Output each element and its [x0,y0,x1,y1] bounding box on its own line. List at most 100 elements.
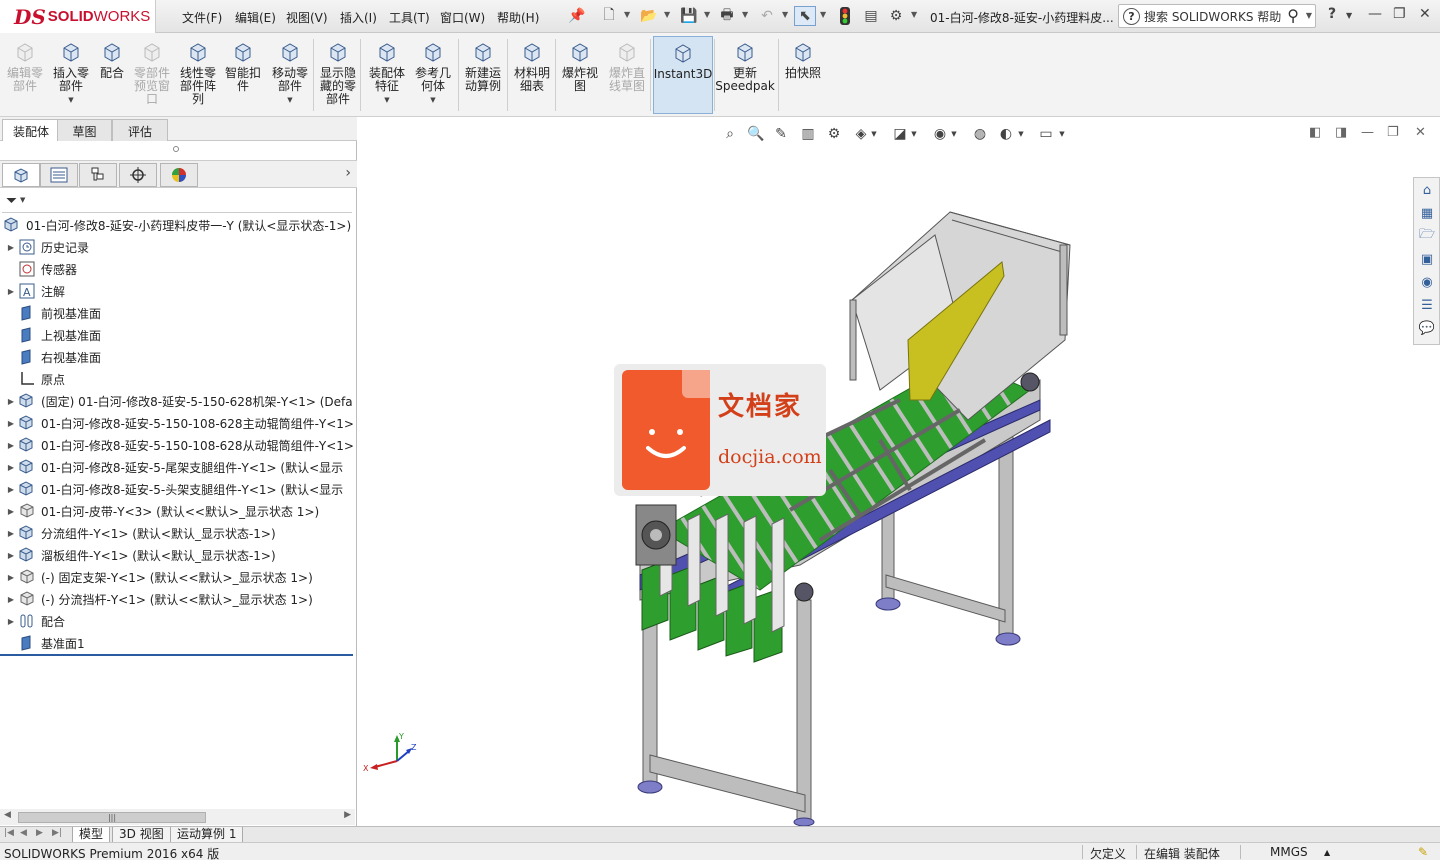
expand-arrow-icon[interactable]: ▶ [4,529,18,538]
chevron-down-icon[interactable]: ▼ [624,10,630,19]
chevron-down-icon[interactable]: ▼ [430,94,435,107]
show-hidden-button[interactable]: 显示隐 藏的零 部件 [316,36,360,114]
tree-item[interactable]: ▶ 01-白河-皮带-Y<3> (默认<<默认>_显示状态 1>) [0,500,355,522]
scrollbar-thumb[interactable]: ||| [18,812,206,823]
expand-arrow-icon[interactable]: ▶ [4,573,18,582]
undo-icon[interactable]: ↶ [756,6,778,26]
expand-arrow-icon[interactable]: ▶ [4,617,18,626]
last-tab-icon[interactable]: ▶| [52,828,62,838]
configuration-manager-tab[interactable] [79,163,117,187]
tab-assembly[interactable]: 装配体 [2,119,61,141]
tree-item[interactable]: 原点 [0,368,355,390]
expand-arrow-icon[interactable]: ▶ [4,507,18,516]
expand-arrow-icon[interactable]: ▶ [4,463,18,472]
tree-item[interactable]: ▶ 01-白河-修改8-延安-5-150-108-628从动辊筒组件-Y<1> [0,434,355,456]
menu-item-3[interactable]: 插入(I) [340,9,377,26]
menu-item-2[interactable]: 视图(V) [286,9,328,26]
tree-item[interactable]: 基准面1 [0,632,355,654]
scroll-right-icon[interactable]: ▶ [344,810,351,820]
edit-component-button[interactable]: 编辑零 部件 [3,36,47,114]
tree-item[interactable]: ▶ 配合 [0,610,355,632]
explode-line-button[interactable]: 爆炸直 线草图 [604,36,650,114]
new-document-icon[interactable]: 🗋 [598,6,620,26]
tree-item[interactable]: ▶ 历史记录 [0,236,355,258]
help-button[interactable]: ? [1328,6,1336,22]
property-manager-tab[interactable] [40,163,78,187]
search-icon[interactable]: ⚲ [1287,6,1299,25]
panel-splitter-grip[interactable] [173,146,179,152]
tree-item[interactable]: ▶ (-) 固定支架-Y<1> (默认<<默认>_显示状态 1>) [0,566,355,588]
options-gear-icon[interactable]: ⚙ [885,6,907,26]
open-folder-icon[interactable]: 📂 [638,6,660,26]
tree-item[interactable]: ▶ 01-白河-修改8-延安-5-150-108-628主动辊筒组件-Y<1> [0,412,355,434]
dimxpert-manager-tab[interactable] [119,163,157,187]
chevron-down-icon[interactable]: ▼ [68,94,73,107]
tree-item[interactable]: 传感器 [0,258,355,280]
chevron-down-icon[interactable]: ▼ [1306,11,1312,20]
menu-item-5[interactable]: 窗口(W) [440,9,485,26]
next-tab-icon[interactable]: ▶ [36,828,43,838]
save-icon[interactable]: 💾 [678,6,700,26]
tree-item[interactable]: 右视基准面 [0,346,355,368]
horizontal-scrollbar[interactable]: ◀ ||| ▶ [0,809,355,825]
help-search-box[interactable]: ? 搜索 SOLIDWORKS 帮助 ⚲ ▼ [1118,4,1316,28]
scroll-left-icon[interactable]: ◀ [4,810,11,820]
first-tab-icon[interactable]: |◀ [4,828,14,838]
tree-item[interactable]: ▶ 分流组件-Y<1> (默认<默认_显示状态-1>) [0,522,355,544]
unit-dropdown-icon[interactable]: ▲ [1324,848,1330,857]
menu-item-0[interactable]: 文件(F) [182,9,222,26]
expand-arrow-icon[interactable]: ▶ [4,595,18,604]
expand-arrow-icon[interactable]: ▶ [4,243,18,252]
feature-manager-tab[interactable] [2,163,40,187]
tree-item[interactable]: 前视基准面 [0,302,355,324]
motion-study-button[interactable]: 新建运 动算例 [460,36,506,114]
expand-arrow-icon[interactable]: ▶ [4,551,18,560]
menu-item-1[interactable]: 编辑(E) [235,9,276,26]
expand-arrow-icon[interactable]: ▶ [4,287,18,296]
tab-motion-study[interactable]: 运动算例 1 [170,827,244,842]
chevron-down-icon[interactable]: ▼ [911,10,917,19]
minimize-window-icon[interactable]: — [1368,6,1382,22]
mate-button[interactable]: 配合 [95,36,129,114]
smart-fastener-button[interactable]: 智能扣 件 [221,36,265,114]
reference-geometry-button[interactable]: 参考几 何体 ▼ [410,36,456,114]
bom-button[interactable]: 材料明 细表 [509,36,555,114]
graphics-area[interactable]: ⌕ 🔍 ✎ ▥ ⚙ ◈ ◪ ◉ ◍ ◐ ▭ ▼ ▼ ▼ ▼ ▼ ◧ ◨ — ❐ ✕ ⌂ ▦ 🗁 ▣ ◉ ☰ 💬 [357,117,1440,826]
tree-item[interactable]: ▶ (固定) 01-白河-修改8-延安-5-150-628机架-Y<1> (Def… [0,390,355,412]
chevron-down-icon[interactable]: ▼ [287,94,292,107]
chevron-down-icon[interactable]: ▼ [782,10,788,19]
tab-sketch[interactable]: 草图 [57,119,112,141]
previous-tab-icon[interactable]: ◀ [20,828,27,838]
filter-funnel-icon[interactable]: ⏷ [6,193,17,209]
assembly-feature-button[interactable]: 装配体 特征 ▼ [364,36,410,114]
expand-arrow-icon[interactable]: ▶ [4,485,18,494]
help-dropdown-icon[interactable]: ▼ [1346,11,1352,20]
conveyor-assembly-model[interactable] [357,117,1440,826]
tab-model[interactable]: 模型 [72,827,111,842]
component-preview-button[interactable]: 零部件 预览窗 口 [130,36,174,114]
expand-arrow-icon[interactable]: ▶ [4,419,18,428]
chevron-down-icon[interactable]: ▼ [384,94,389,107]
tree-item[interactable]: ▶ A 注解 [0,280,355,302]
tree-item[interactable]: 上视基准面 [0,324,355,346]
tab-3d-view[interactable]: 3D 视图 [112,827,171,842]
print-icon[interactable]: 🖶 [716,6,738,26]
rebuild-traffic-light-icon[interactable] [834,6,856,26]
tab-evaluate[interactable]: 评估 [112,119,168,141]
chevron-down-icon[interactable]: ▼ [20,196,25,204]
expand-arrow-icon[interactable]: ▶ [4,397,18,406]
menu-item-4[interactable]: 工具(T) [389,9,430,26]
display-manager-tab[interactable] [160,163,198,187]
file-properties-icon[interactable]: ▤ [860,6,882,26]
tree-filter[interactable]: ⏷ ▼ [2,191,352,213]
move-component-button[interactable]: 移动零 部件 ▼ [267,36,313,114]
expand-arrow-icon[interactable]: ▶ [4,441,18,450]
pin-icon[interactable]: 📌 [566,6,588,26]
snapshot-button[interactable]: 拍快照 [780,36,826,114]
chevron-down-icon[interactable]: ▼ [742,10,748,19]
tree-root-assembly[interactable]: 01-白河-修改8-延安-小药理料皮带一-Y (默认<显示状态-1>) [0,214,355,236]
linear-pattern-button[interactable]: 线性零 部件阵 列 [176,36,220,114]
select-arrow-icon[interactable]: ⬉ [794,6,816,26]
chevron-right-icon[interactable]: › [345,165,351,181]
instant3d-button[interactable]: Instant3D [653,36,713,114]
